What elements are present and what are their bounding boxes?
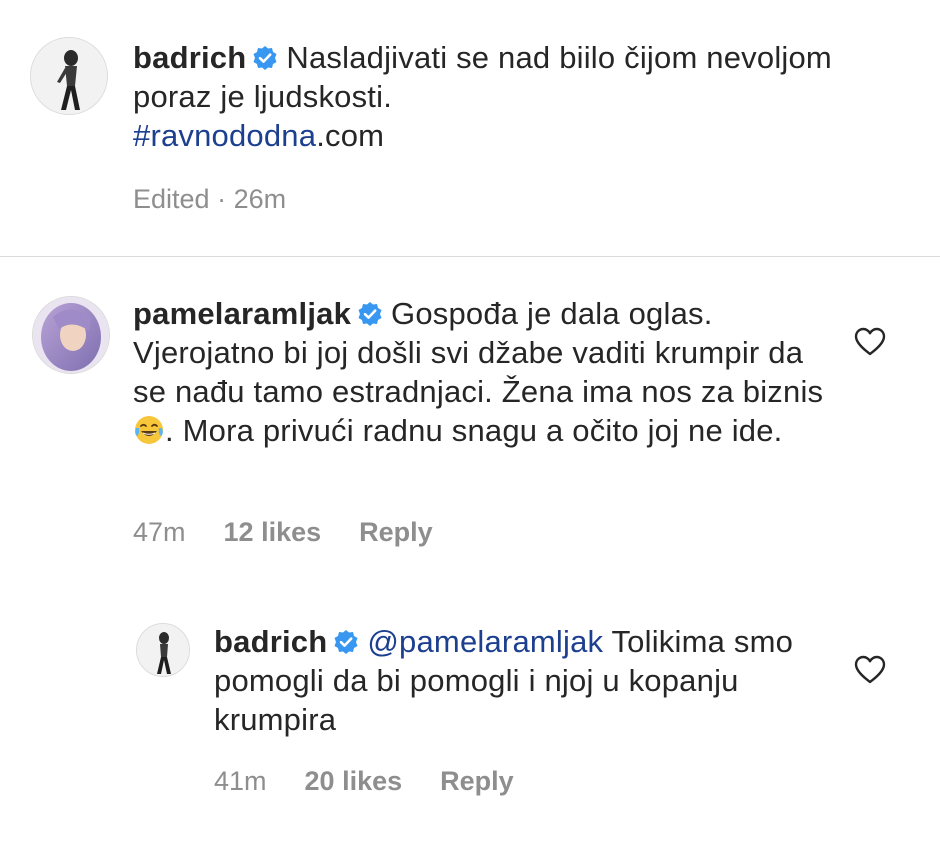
reply-meta: 41m 20 likes Reply <box>214 766 552 797</box>
comment-body: pamelaramljak Gospođa je dala oglas. Vjer… <box>133 294 833 450</box>
hashtag-suffix: .com <box>316 118 385 153</box>
comment-text-continued: . Mora privući radnu snagu a očito joj n… <box>165 413 783 448</box>
username[interactable]: pamelaramljak <box>133 296 351 331</box>
avatar-image <box>137 624 189 676</box>
reply-body: badrich @pamelaramljak Tolikima smo pomog… <box>214 622 834 739</box>
hashtag-link[interactable]: #ravnododna <box>133 118 316 153</box>
edited-label: Edited <box>133 184 210 214</box>
comment-meta: 47m 12 likes Reply <box>133 517 471 548</box>
tears-of-joy-emoji-icon <box>133 414 165 446</box>
avatar[interactable] <box>136 623 190 677</box>
timestamp: 41m <box>214 766 267 796</box>
meta-separator: · <box>209 184 234 214</box>
like-button[interactable] <box>853 326 887 356</box>
avatar[interactable] <box>30 37 108 115</box>
verified-badge-icon <box>252 45 278 71</box>
heart-icon <box>854 327 886 356</box>
reply-button[interactable]: Reply <box>359 517 433 547</box>
username[interactable]: badrich <box>214 624 327 659</box>
verified-badge-icon <box>357 301 383 327</box>
username[interactable]: badrich <box>133 40 246 75</box>
caption-body: badrich Nasladjivati se nad biilo čijom n… <box>133 38 853 155</box>
avatar[interactable] <box>32 296 110 374</box>
caption-meta: Edited · 26m <box>133 184 324 215</box>
reply-button[interactable]: Reply <box>440 766 514 796</box>
divider <box>0 256 940 257</box>
likes-count[interactable]: 12 likes <box>224 517 322 547</box>
avatar-image <box>31 38 107 114</box>
heart-icon <box>854 655 886 684</box>
verified-badge-icon <box>333 629 359 655</box>
avatar-image <box>33 297 109 373</box>
like-button[interactable] <box>853 654 887 684</box>
likes-count[interactable]: 20 likes <box>305 766 403 796</box>
timestamp: 47m <box>133 517 186 547</box>
mention-link[interactable]: @pamelaramljak <box>367 624 603 659</box>
timestamp: 26m <box>233 184 287 214</box>
